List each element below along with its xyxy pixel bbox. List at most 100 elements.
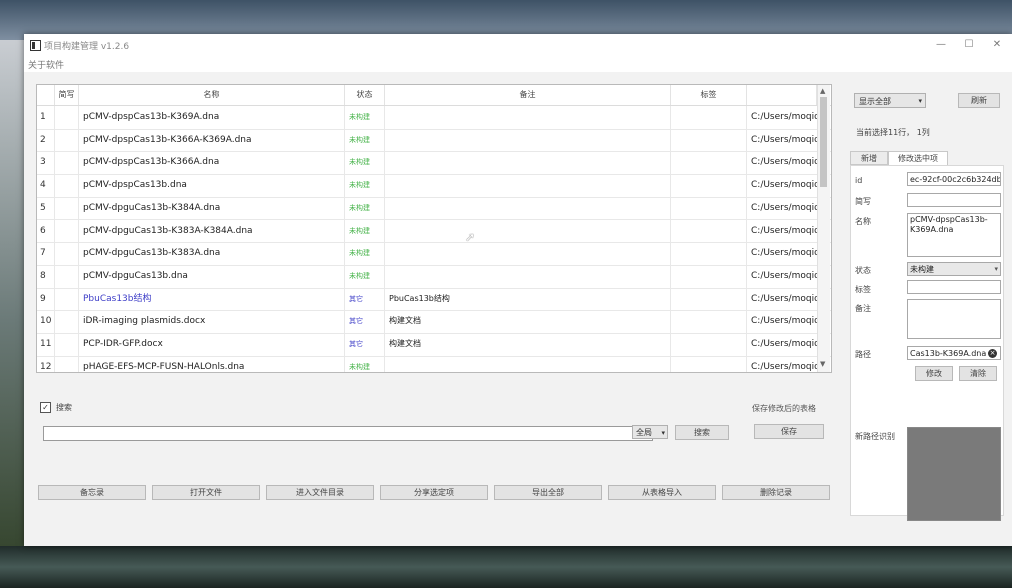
tag-cell[interactable] bbox=[671, 287, 747, 311]
status-cell[interactable]: 未构建 bbox=[345, 151, 385, 175]
tag-cell[interactable] bbox=[671, 264, 747, 288]
path-cell[interactable]: C:/Users/moqiq bbox=[747, 219, 823, 243]
header-note[interactable]: 备注 bbox=[385, 85, 671, 105]
save-button[interactable]: 保存 bbox=[754, 424, 824, 439]
path-cell[interactable]: C:/Users/moqiq bbox=[747, 151, 823, 175]
memo-button[interactable]: 备忘录 bbox=[38, 485, 146, 500]
share-selected-button[interactable]: 分享选定项 bbox=[380, 485, 488, 500]
abbr-field[interactable] bbox=[907, 193, 1001, 207]
delete-record-button[interactable]: 删除记录 bbox=[722, 485, 830, 500]
note-field[interactable] bbox=[907, 299, 1001, 339]
records-table[interactable]: 简写 名称 状态 备注 标签 1 pCMV-dpspCas13b-K369A.dn… bbox=[36, 84, 832, 373]
status-cell[interactable]: 未构建 bbox=[345, 355, 385, 372]
table-row[interactable]: 2 pCMV-dpspCas13b-K366A-K369A.dna 未构建 C:/Us… bbox=[37, 128, 831, 153]
search-input[interactable] bbox=[43, 426, 653, 441]
table-row[interactable]: 1 pCMV-dpspCas13b-K369A.dna 未构建 C:/Users/mo… bbox=[37, 106, 831, 130]
note-cell[interactable] bbox=[385, 151, 671, 175]
path-cell[interactable]: C:/Users/moqiq bbox=[747, 333, 823, 356]
header-name[interactable]: 名称 bbox=[79, 85, 345, 105]
abbr-cell[interactable] bbox=[55, 242, 79, 265]
open-file-button[interactable]: 打开文件 bbox=[152, 485, 260, 500]
name-cell[interactable]: PbuCas13b结构 bbox=[79, 287, 345, 311]
name-cell[interactable]: pCMV-dpspCas13b-K366A-K369A.dna bbox=[79, 128, 345, 152]
path-cell[interactable]: C:/Users/moqiq bbox=[747, 287, 823, 311]
note-cell[interactable] bbox=[385, 106, 671, 129]
tag-cell[interactable] bbox=[671, 333, 747, 356]
name-cell[interactable]: pCMV-dpguCas13b.dna bbox=[79, 264, 345, 288]
filter-select[interactable]: 显示全部 ▾ bbox=[854, 93, 926, 108]
tag-cell[interactable] bbox=[671, 151, 747, 175]
tag-cell[interactable] bbox=[671, 219, 747, 243]
name-cell[interactable]: pCMV-dpguCas13b-K383A.dna bbox=[79, 242, 345, 265]
path-cell[interactable]: C:/Users/moqiq bbox=[747, 106, 823, 129]
name-cell[interactable]: pCMV-dpspCas13b-K369A.dna bbox=[79, 106, 345, 129]
scroll-up-icon[interactable]: ▲ bbox=[820, 87, 825, 95]
row-number[interactable]: 7 bbox=[37, 242, 55, 265]
status-cell[interactable]: 未构建 bbox=[345, 264, 385, 288]
table-row[interactable]: 9 PbuCas13b结构 其它 PbuCas13b结构 C:/Users/moqiq bbox=[37, 287, 831, 312]
open-directory-button[interactable]: 进入文件目录 bbox=[266, 485, 374, 500]
name-cell[interactable]: pCMV-dpguCas13b-K384A.dna bbox=[79, 196, 345, 220]
status-cell[interactable]: 未构建 bbox=[345, 128, 385, 152]
path-cell[interactable]: C:/Users/moqiq bbox=[747, 264, 823, 288]
tab-add[interactable]: 新增 bbox=[850, 151, 888, 165]
minimize-button[interactable]: — bbox=[926, 37, 956, 53]
table-row[interactable]: 10 iDR-imaging plasmids.docx 其它 构建文档 C:/User… bbox=[37, 310, 831, 334]
note-cell[interactable]: 构建文档 bbox=[385, 310, 671, 333]
search-button[interactable]: 搜索 bbox=[675, 425, 729, 440]
note-cell[interactable]: 构建文档 bbox=[385, 333, 671, 356]
row-number[interactable]: 3 bbox=[37, 151, 55, 175]
clear-button[interactable]: 清除 bbox=[959, 366, 997, 381]
row-number[interactable]: 12 bbox=[37, 355, 55, 372]
row-number[interactable]: 9 bbox=[37, 287, 55, 311]
path-field[interactable]: Cas13b-K369A.dna × bbox=[907, 346, 1001, 360]
tag-cell[interactable] bbox=[671, 196, 747, 220]
path-cell[interactable]: C:/Users/moqiq bbox=[747, 128, 823, 152]
name-cell[interactable]: PCP-IDR-GFP.docx bbox=[79, 333, 345, 356]
clear-icon[interactable]: × bbox=[988, 349, 997, 358]
note-cell[interactable] bbox=[385, 219, 671, 243]
table-row[interactable]: 11 PCP-IDR-GFP.docx 其它 构建文档 C:/Users/moqiq bbox=[37, 333, 831, 357]
note-cell[interactable] bbox=[385, 264, 671, 288]
row-number[interactable]: 8 bbox=[37, 264, 55, 288]
note-cell[interactable] bbox=[385, 174, 671, 197]
name-cell[interactable]: pCMV-dpspCas13b.dna bbox=[79, 174, 345, 197]
path-cell[interactable]: C:/Users/moqiq bbox=[747, 196, 823, 220]
status-cell[interactable]: 未构建 bbox=[345, 242, 385, 265]
row-number[interactable]: 11 bbox=[37, 333, 55, 356]
abbr-cell[interactable] bbox=[55, 174, 79, 197]
maximize-button[interactable]: ☐ bbox=[954, 37, 984, 53]
status-cell[interactable]: 未构建 bbox=[345, 106, 385, 129]
note-cell[interactable] bbox=[385, 355, 671, 372]
table-scrollbar[interactable]: ▲ ▼ bbox=[817, 85, 830, 372]
row-number[interactable]: 1 bbox=[37, 106, 55, 129]
status-cell[interactable]: 未构建 bbox=[345, 174, 385, 197]
abbr-cell[interactable] bbox=[55, 219, 79, 243]
menu-about[interactable]: 关于软件 bbox=[28, 58, 64, 71]
name-cell[interactable]: pCMV-dpguCas13b-K383A-K384A.dna bbox=[79, 219, 345, 243]
import-from-table-button[interactable]: 从表格导入 bbox=[608, 485, 716, 500]
tag-field[interactable] bbox=[907, 280, 1001, 294]
table-row[interactable]: 8 pCMV-dpguCas13b.dna 未构建 C:/Users/moqiq bbox=[37, 264, 831, 289]
tag-cell[interactable] bbox=[671, 174, 747, 197]
tag-cell[interactable] bbox=[671, 242, 747, 265]
path-cell[interactable]: C:/Users/moqiq bbox=[747, 355, 823, 372]
path-cell[interactable]: C:/Users/moqiq bbox=[747, 242, 823, 265]
tag-cell[interactable] bbox=[671, 106, 747, 129]
status-select[interactable]: 未构建 ▾ bbox=[907, 262, 1001, 276]
export-all-button[interactable]: 导出全部 bbox=[494, 485, 602, 500]
path-cell[interactable]: C:/Users/moqiq bbox=[747, 310, 823, 333]
name-cell[interactable]: pCMV-dpspCas13b-K366A.dna bbox=[79, 151, 345, 175]
row-number[interactable]: 10 bbox=[37, 310, 55, 333]
header-abbr[interactable]: 简写 bbox=[55, 85, 79, 105]
path-cell[interactable]: C:/Users/moqiq bbox=[747, 174, 823, 197]
note-cell[interactable] bbox=[385, 196, 671, 220]
name-cell[interactable]: iDR-imaging plasmids.docx bbox=[79, 310, 345, 333]
note-cell[interactable] bbox=[385, 242, 671, 265]
row-number[interactable]: 4 bbox=[37, 174, 55, 197]
abbr-cell[interactable] bbox=[55, 264, 79, 288]
note-cell[interactable]: PbuCas13b结构 bbox=[385, 287, 671, 311]
abbr-cell[interactable] bbox=[55, 333, 79, 356]
status-cell[interactable]: 其它 bbox=[345, 287, 385, 311]
abbr-cell[interactable] bbox=[55, 128, 79, 152]
